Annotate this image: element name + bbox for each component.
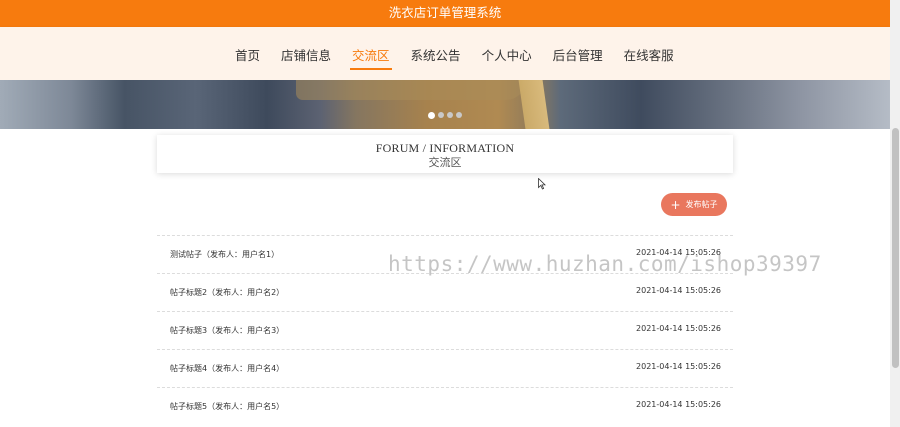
post-title[interactable]: 帖子标题2（发布人：用户名2） (170, 287, 284, 298)
post-date: 2021-04-14 15:05:26 (636, 286, 721, 295)
post-row[interactable]: 帖子标题3（发布人：用户名3） 2021-04-14 15:05:26 (157, 311, 733, 349)
carousel-dot-4[interactable] (456, 112, 462, 118)
carousel-indicators (428, 111, 465, 119)
carousel-dot-2[interactable] (438, 112, 444, 118)
watermark-text: https://www.huzhan.com/ishop39397 (388, 252, 822, 276)
page: 洗衣店订单管理系统 首页 店铺信息 交流区 系统公告 个人中心 后台管理 在线客… (0, 0, 900, 427)
scrollbar-thumb[interactable] (892, 128, 899, 368)
nav-item-personal-center[interactable]: 个人中心 (480, 45, 534, 70)
carousel-dot-3[interactable] (447, 112, 453, 118)
banner-carousel[interactable] (0, 80, 890, 129)
nav-item-admin[interactable]: 后台管理 (551, 45, 605, 70)
post-title[interactable]: 帖子标题5（发布人：用户名5） (170, 401, 284, 412)
plus-icon: + (670, 197, 681, 212)
carousel-dot-1[interactable] (428, 111, 435, 119)
post-row[interactable]: 帖子标题2（发布人：用户名2） 2021-04-14 15:05:26 (157, 273, 733, 311)
post-title[interactable]: 测试帖子（发布人：用户名1） (170, 249, 279, 260)
forum-title-cn: 交流区 (428, 156, 462, 169)
publish-post-button[interactable]: + 发布帖子 (661, 193, 727, 216)
main-nav: 首页 店铺信息 交流区 系统公告 个人中心 后台管理 在线客服 (0, 27, 890, 80)
post-date: 2021-04-14 15:05:26 (636, 324, 721, 333)
publish-post-label: 发布帖子 (685, 200, 718, 209)
app-title-bar: 洗衣店订单管理系统 (0, 0, 890, 27)
post-title[interactable]: 帖子标题3（发布人：用户名3） (170, 325, 284, 336)
post-row[interactable]: 帖子标题5（发布人：用户名5） 2021-04-14 15:05:26 (157, 387, 733, 425)
nav-item-announcements[interactable]: 系统公告 (409, 45, 463, 70)
post-date: 2021-04-14 15:05:26 (636, 362, 721, 371)
banner-image-detail (518, 80, 550, 129)
app-title: 洗衣店订单管理系统 (388, 5, 502, 20)
nav-items: 首页 店铺信息 交流区 系统公告 个人中心 后台管理 在线客服 (233, 45, 693, 70)
post-title[interactable]: 帖子标题4（发布人：用户名4） (170, 363, 284, 374)
post-row[interactable]: 帖子标题4（发布人：用户名4） 2021-04-14 15:05:26 (157, 349, 733, 387)
forum-title-en: FORUM / INFORMATION (375, 141, 515, 155)
post-date: 2021-04-14 15:05:26 (636, 400, 721, 409)
nav-item-forum[interactable]: 交流区 (350, 45, 392, 70)
banner-image-shade (296, 80, 526, 100)
nav-item-home[interactable]: 首页 (233, 45, 262, 70)
nav-item-customer-service[interactable]: 在线客服 (622, 45, 676, 70)
forum-header-card: FORUM / INFORMATION 交流区 (157, 135, 733, 173)
mouse-cursor-icon (538, 178, 546, 190)
nav-item-store-info[interactable]: 店铺信息 (279, 45, 333, 70)
